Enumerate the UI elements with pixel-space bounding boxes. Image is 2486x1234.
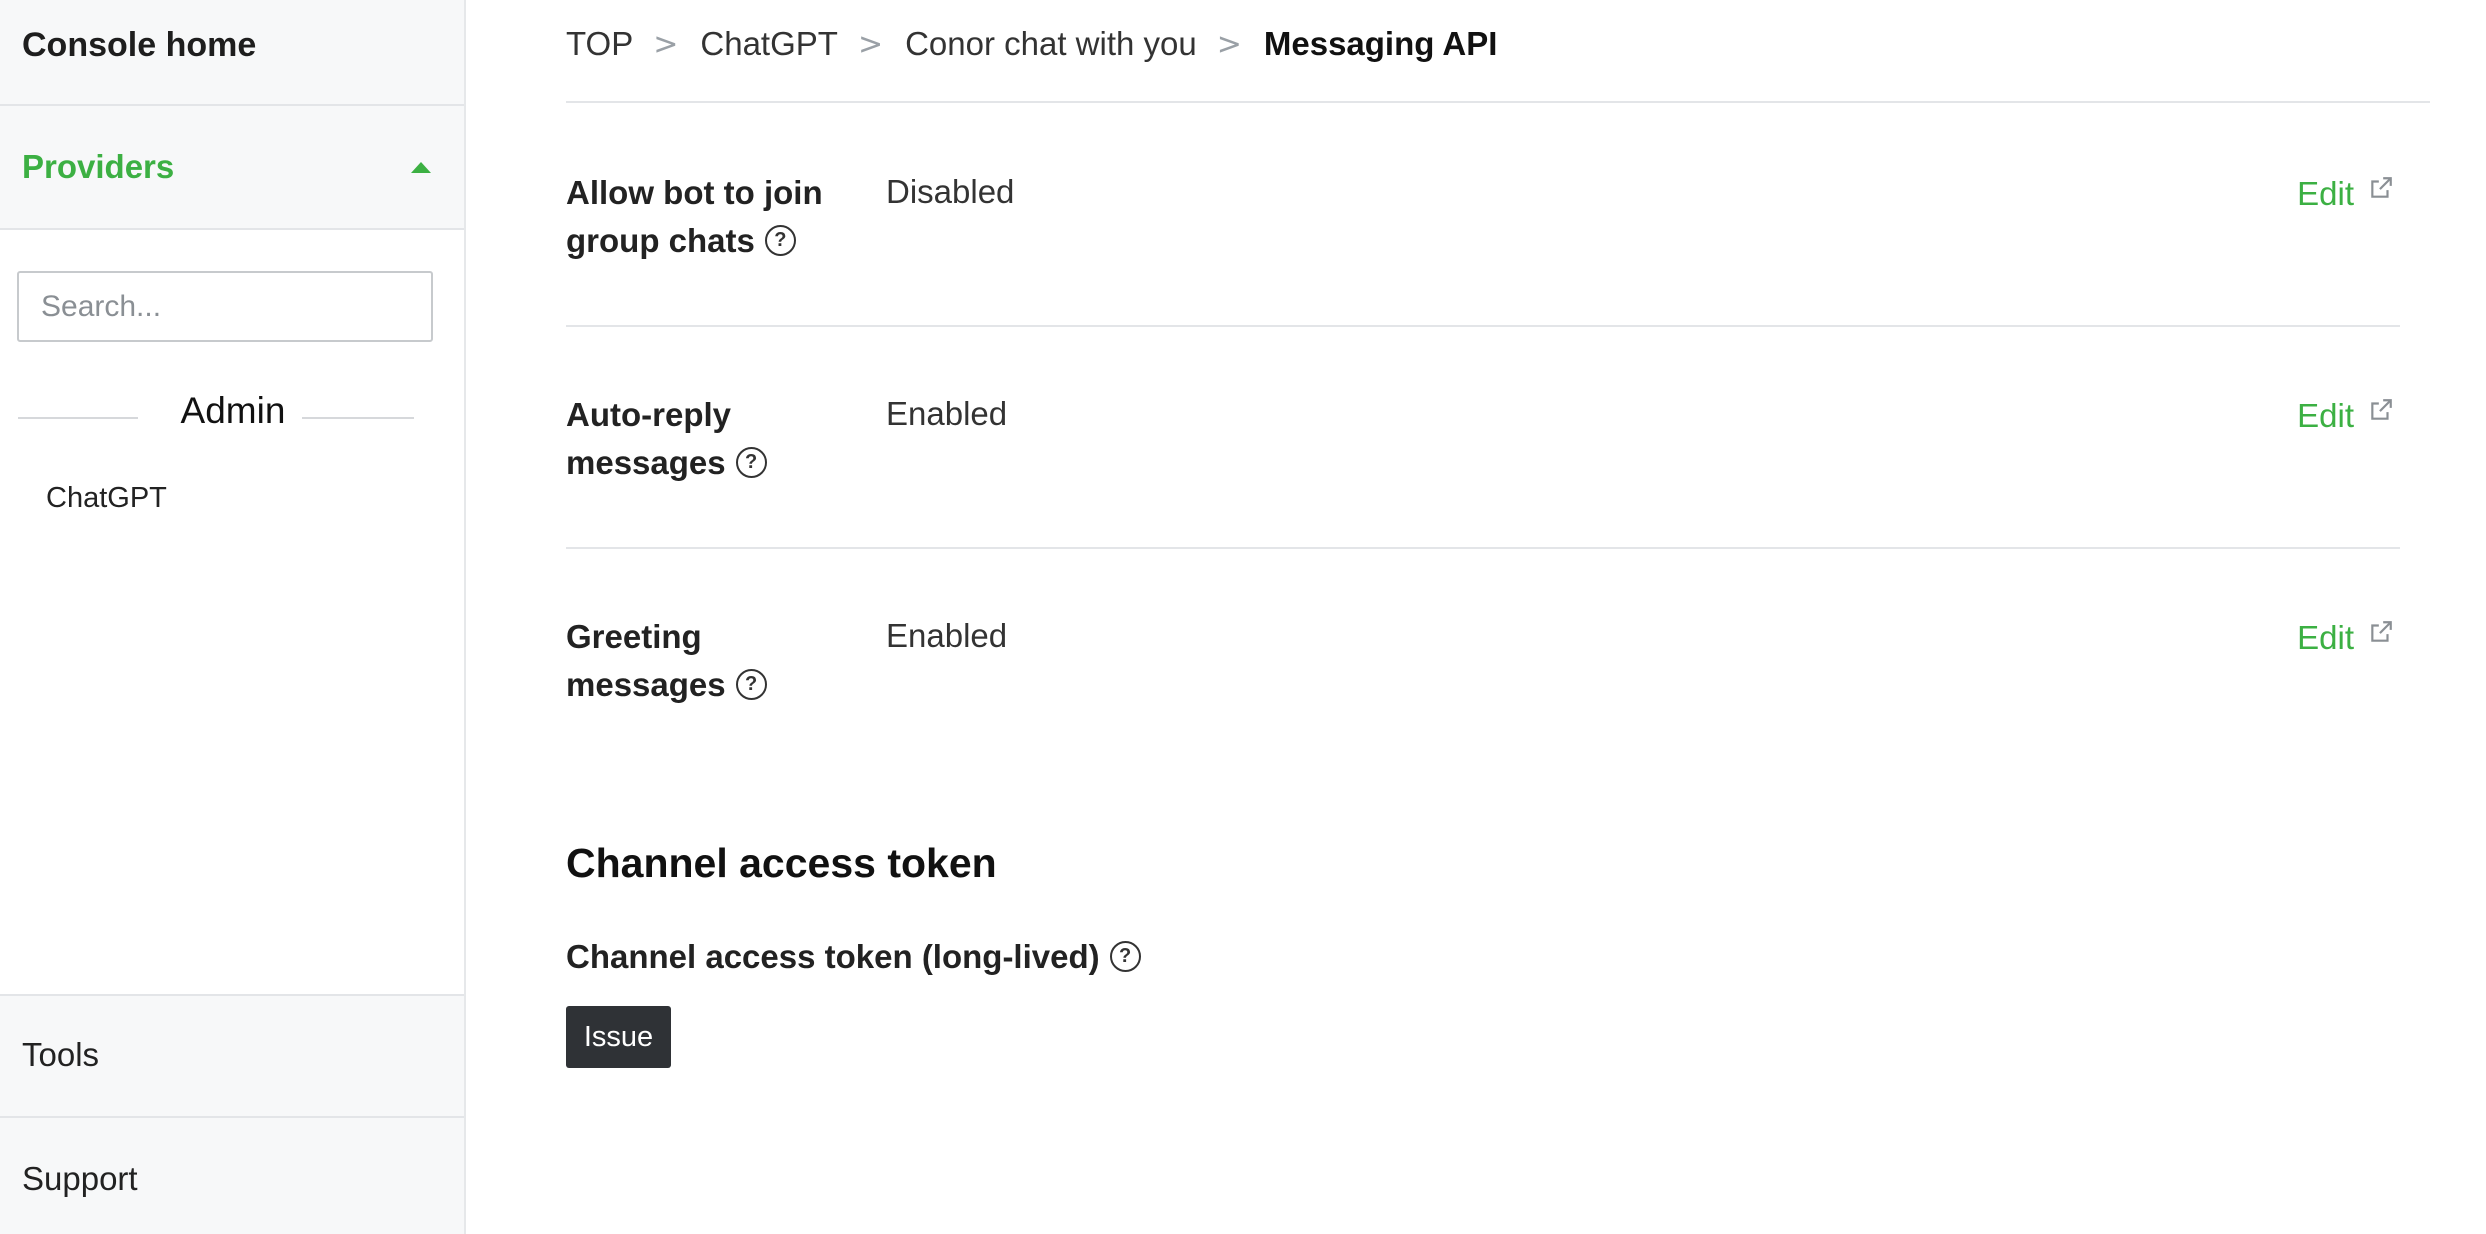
external-link-icon: [2371, 621, 2392, 642]
setting-row-greeting: Greeting messages? Enabled Edit: [566, 549, 2400, 749]
external-link-icon: [2371, 177, 2392, 198]
token-label: Channel access token (long-lived)?: [566, 938, 1141, 976]
edit-group-chats-link[interactable]: Edit: [2297, 175, 2394, 213]
setting-label-group-chats: Allow bot to join group chats?: [566, 169, 866, 265]
section-title-channel-access-token: Channel access token: [566, 840, 997, 886]
breadcrumb-item-channel[interactable]: Conor chat with you: [905, 25, 1197, 63]
breadcrumb-item-chatgpt[interactable]: ChatGPT: [700, 25, 838, 63]
edit-auto-reply-link[interactable]: Edit: [2297, 397, 2394, 435]
sidebar-providers-toggle[interactable]: Providers: [0, 106, 464, 230]
help-icon[interactable]: ?: [1109, 940, 1141, 972]
breadcrumb: TOP > ChatGPT > Conor chat with you > Me…: [566, 24, 1497, 64]
sidebar-console-home[interactable]: Console home: [0, 0, 464, 106]
sidebar-item-chatgpt[interactable]: ChatGPT: [46, 482, 167, 515]
sidebar-tools[interactable]: Tools: [0, 994, 464, 1118]
edit-link-label: Edit: [2297, 397, 2354, 434]
setting-label-auto-reply: Auto-reply messages?: [566, 391, 866, 487]
help-icon[interactable]: ?: [764, 224, 796, 256]
edit-greeting-link[interactable]: Edit: [2297, 619, 2394, 657]
app-root: Console home Providers Admin ChatGPT Too…: [0, 0, 2486, 1234]
setting-label-text: Auto-reply messages: [566, 396, 731, 481]
setting-value-auto-reply: Enabled: [886, 395, 1008, 432]
help-icon[interactable]: ?: [735, 668, 767, 700]
setting-label-greeting: Greeting messages?: [566, 613, 866, 709]
chevron-right-icon: >: [1216, 26, 1242, 62]
setting-row-group-chats: Allow bot to join group chats? Disabled …: [566, 105, 2400, 327]
provider-search-input[interactable]: [17, 271, 433, 342]
setting-value-greeting: Enabled: [886, 617, 1008, 654]
setting-row-auto-reply: Auto-reply messages? Enabled Edit: [566, 327, 2400, 549]
breadcrumb-current: Messaging API: [1263, 25, 1498, 62]
help-icon[interactable]: ?: [735, 446, 767, 478]
issue-token-button[interactable]: Issue: [566, 1006, 671, 1068]
edit-link-label: Edit: [2297, 619, 2354, 656]
breadcrumb-item-top[interactable]: TOP: [566, 25, 633, 63]
chevron-right-icon: >: [653, 26, 679, 62]
divider-right: [302, 417, 414, 419]
sidebar-providers-panel: Admin ChatGPT: [0, 230, 464, 994]
section-heading-admin: Admin: [180, 390, 286, 431]
external-link-icon: [2371, 399, 2392, 420]
sidebar: Console home Providers Admin ChatGPT Too…: [0, 0, 466, 1234]
setting-value-group-chats: Disabled: [886, 173, 1015, 210]
sidebar-support[interactable]: Support: [0, 1118, 464, 1234]
header-divider: [566, 101, 2430, 103]
token-label-text: Channel access token (long-lived): [566, 938, 1100, 975]
sidebar-providers-label: Providers: [22, 148, 175, 185]
setting-label-text: Greeting messages: [566, 618, 726, 703]
chevron-right-icon: >: [857, 26, 884, 62]
edit-link-label: Edit: [2297, 175, 2354, 212]
caret-up-icon: [411, 162, 431, 173]
